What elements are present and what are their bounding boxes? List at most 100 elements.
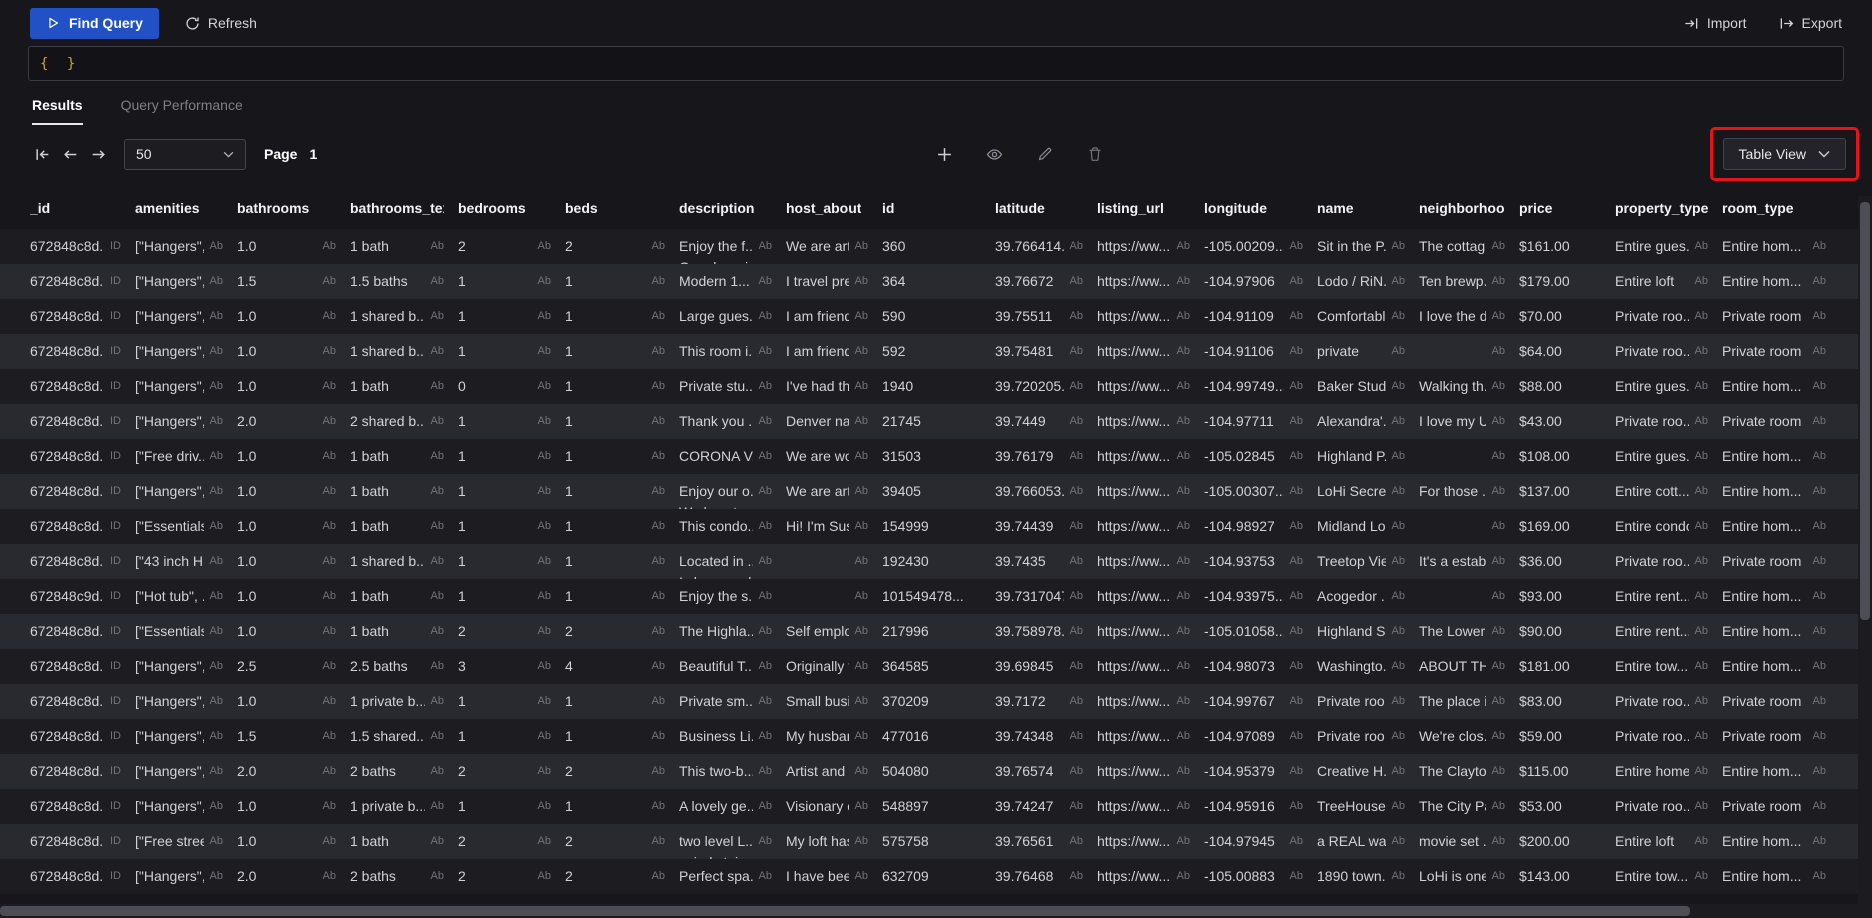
column-header-property_type[interactable]: property_type (1615, 187, 1722, 229)
cell-room_type[interactable]: Private roomAb (1722, 719, 1840, 754)
cell-bathrooms[interactable]: 1.0Ab (237, 229, 350, 264)
cell-beds[interactable]: 1Ab (565, 299, 679, 334)
cell-bedrooms[interactable]: 1Ab (458, 509, 565, 544)
cell-host_about[interactable]: Ab (786, 579, 882, 614)
cell-room_type[interactable]: Entire hom...Ab (1722, 754, 1840, 789)
cell-_id[interactable]: 672848c8d...ID (30, 299, 135, 334)
cell-price[interactable]: $64.00 (1519, 334, 1615, 369)
table-row[interactable]: 672848c8d...ID["Hangers",...Ab1.0Ab1 sha… (0, 334, 1872, 369)
cell-room_type[interactable]: Private roomAb (1722, 334, 1840, 369)
cell-host_about[interactable]: I am friendl...Ab (786, 299, 882, 334)
cell-property_type[interactable]: Private roo...Ab (1615, 684, 1722, 719)
cell-id[interactable]: 154999 (882, 509, 995, 544)
first-page-button[interactable] (28, 140, 56, 168)
cell-name[interactable]: privateAb (1317, 334, 1419, 369)
cell-_id[interactable]: 672848c8d...ID (30, 684, 135, 719)
cell-bathrooms_text[interactable]: 1.5 shared...Ab (350, 719, 458, 754)
table-row[interactable]: 672848c8d...ID["Essentials...Ab1.0Ab1 ba… (0, 509, 1872, 544)
cell-bathrooms_text[interactable]: 1 bathAb (350, 579, 458, 614)
cell-id[interactable]: 360 (882, 229, 995, 264)
table-row[interactable]: 672848c8d...ID["Hangers",...Ab1.0Ab1 bat… (0, 229, 1872, 264)
cell-host_about[interactable]: We are arti...Ab (786, 474, 882, 509)
find-query-button[interactable]: Find Query (30, 8, 159, 39)
cell-name[interactable]: Comfortabl...Ab (1317, 299, 1419, 334)
cell-neighborhood_[interactable]: ABOUT TH...Ab (1419, 649, 1519, 684)
column-header-room_type[interactable]: room_type (1722, 187, 1840, 229)
cell-bathrooms[interactable]: 1.5Ab (237, 719, 350, 754)
cell-host_about[interactable]: Originally f...Ab (786, 649, 882, 684)
cell-bedrooms[interactable]: 3Ab (458, 649, 565, 684)
cell-bedrooms[interactable]: 1Ab (458, 684, 565, 719)
cell-description[interactable]: This condo...Ab (679, 509, 786, 544)
cell-bathrooms_text[interactable]: 1 bathAb (350, 824, 458, 859)
cell-amenities[interactable]: ["Essentials...Ab (135, 509, 237, 544)
cell-room_type[interactable]: Entire hom...Ab (1722, 474, 1840, 509)
table-row[interactable]: 672848c8d...ID["Essentials...Ab1.0Ab1 ba… (0, 614, 1872, 649)
cell-listing_url[interactable]: https://ww...Ab (1097, 754, 1204, 789)
cell-neighborhood_[interactable]: The Lower ...Ab (1419, 614, 1519, 649)
cell-description[interactable]: Thank you ...Ab (679, 404, 786, 439)
cell-listing_url[interactable]: https://ww...Ab (1097, 719, 1204, 754)
import-button[interactable]: Import (1684, 15, 1747, 31)
cell-bathrooms_text[interactable]: 1.5 bathsAb (350, 264, 458, 299)
cell-price[interactable]: $93.00 (1519, 579, 1615, 614)
table-row[interactable]: 672848c8d...ID["Hangers",...Ab1.0Ab1 pri… (0, 684, 1872, 719)
cell-property_type[interactable]: Private roo...Ab (1615, 299, 1722, 334)
cell-bathrooms[interactable]: 1.0Ab (237, 789, 350, 824)
cell-beds[interactable]: 2Ab (565, 859, 679, 894)
cell-amenities[interactable]: ["Hangers",...Ab (135, 789, 237, 824)
cell-property_type[interactable]: Entire homeAb (1615, 754, 1722, 789)
cell-bedrooms[interactable]: 1Ab (458, 334, 565, 369)
cell-name[interactable]: Washingto...Ab (1317, 649, 1419, 684)
cell-bathrooms_text[interactable]: 1 bathAb (350, 439, 458, 474)
refresh-button[interactable]: Refresh (185, 15, 257, 31)
cell-description[interactable]: This two-b...Ab (679, 754, 786, 789)
cell-bedrooms[interactable]: 1Ab (458, 439, 565, 474)
column-header-price[interactable]: price (1519, 187, 1615, 229)
cell-neighborhood_[interactable]: movie set ...Ab (1419, 824, 1519, 859)
cell-beds[interactable]: 1Ab (565, 404, 679, 439)
cell-room_type[interactable]: Entire hom...Ab (1722, 264, 1840, 299)
tab-query-performance[interactable]: Query Performance (121, 97, 243, 125)
cell-beds[interactable]: 1Ab (565, 789, 679, 824)
cell-amenities[interactable]: ["Hangers",...Ab (135, 859, 237, 894)
table-row[interactable]: 672848c8d...ID["Hangers",...Ab2.0Ab2 sha… (0, 404, 1872, 439)
horizontal-scrollbar-thumb[interactable] (0, 906, 1690, 916)
table-row[interactable]: 672848c8d...ID["Hangers",...Ab1.0Ab1 bat… (0, 369, 1872, 404)
cell-latitude[interactable]: 39.74439Ab (995, 509, 1097, 544)
cell-longitude[interactable]: -105.01058...Ab (1204, 614, 1317, 649)
cell-description[interactable]: Private stu...Ab (679, 369, 786, 404)
cell-listing_url[interactable]: https://ww...Ab (1097, 579, 1204, 614)
cell-bedrooms[interactable]: 1Ab (458, 544, 565, 579)
cell-longitude[interactable]: -104.97089Ab (1204, 719, 1317, 754)
query-editor-input[interactable]: { } (28, 46, 1844, 81)
cell-_id[interactable]: 672848c8d...ID (30, 474, 135, 509)
cell-description[interactable]: Located in ...I share my hoAb (679, 544, 786, 579)
cell-neighborhood_[interactable]: For those ...Ab (1419, 474, 1519, 509)
cell-latitude[interactable]: 39.74247Ab (995, 789, 1097, 824)
table-row[interactable]: 672848c8d...ID["Hangers",...Ab2.0Ab2 bat… (0, 754, 1872, 789)
cell-room_type[interactable]: Private roomAb (1722, 789, 1840, 824)
cell-amenities[interactable]: ["Hangers",...Ab (135, 754, 237, 789)
cell-property_type[interactable]: Entire condoAb (1615, 509, 1722, 544)
cell-latitude[interactable]: 39.7172Ab (995, 684, 1097, 719)
cell-room_type[interactable]: Entire hom...Ab (1722, 509, 1840, 544)
cell-property_type[interactable]: Private roo...Ab (1615, 719, 1722, 754)
page-size-select[interactable]: 50 (124, 139, 246, 170)
cell-longitude[interactable]: -104.97945Ab (1204, 824, 1317, 859)
cell-bathrooms_text[interactable]: 1 shared b...Ab (350, 299, 458, 334)
cell-bathrooms_text[interactable]: 1 bathAb (350, 369, 458, 404)
cell-property_type[interactable]: Entire loftAb (1615, 824, 1722, 859)
cell-listing_url[interactable]: https://ww...Ab (1097, 334, 1204, 369)
add-document-button[interactable] (931, 140, 959, 168)
next-page-button[interactable] (84, 140, 112, 168)
cell-longitude[interactable]: -104.99749...Ab (1204, 369, 1317, 404)
cell-bedrooms[interactable]: 1Ab (458, 264, 565, 299)
cell-host_about[interactable]: Self emplo...Ab (786, 614, 882, 649)
cell-neighborhood_[interactable]: I love my U...Ab (1419, 404, 1519, 439)
cell-beds[interactable]: 1Ab (565, 369, 679, 404)
cell-beds[interactable]: 1Ab (565, 684, 679, 719)
cell-id[interactable]: 39405 (882, 474, 995, 509)
cell-beds[interactable]: 1Ab (565, 474, 679, 509)
cell-_id[interactable]: 672848c8d...ID (30, 719, 135, 754)
